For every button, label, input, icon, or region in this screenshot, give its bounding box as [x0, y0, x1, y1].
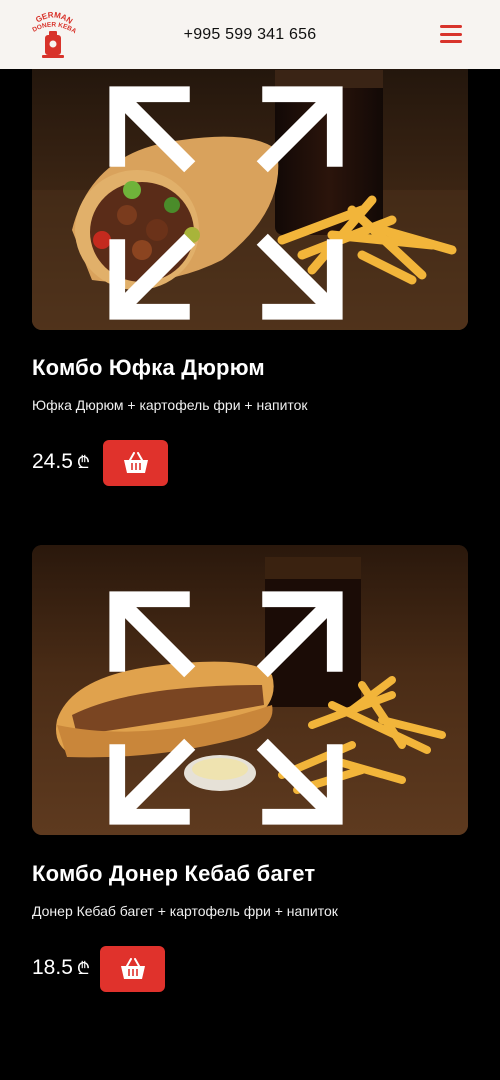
add-to-cart-button[interactable]: [103, 440, 168, 486]
currency-symbol: ₾: [76, 453, 90, 472]
currency-symbol: ₾: [76, 959, 90, 978]
basket-icon: [120, 958, 145, 979]
product-price: 24.5 ₾: [32, 450, 90, 474]
logo[interactable]: GERMAN DONER KEBAB: [28, 3, 78, 60]
product-title: Комбо Юфка Дюрюм: [32, 355, 265, 380]
product-card: Комбо Донер Кебаб багет Донер Кебаб баге…: [32, 545, 468, 1045]
price-value: 18.5: [32, 956, 73, 979]
product-title: Комбо Донер Кебаб багет: [32, 861, 316, 886]
product-description: Юфка Дюрюм + картофель фри + напиток: [32, 397, 308, 413]
product-image[interactable]: [32, 40, 468, 330]
logo-graphic: GERMAN DONER KEBAB: [28, 3, 78, 58]
product-image[interactable]: [32, 545, 468, 835]
site-header: GERMAN DONER KEBAB +995 599 341 656: [0, 0, 500, 69]
product-description: Донер Кебаб багет + картофель фри + напи…: [32, 903, 338, 919]
phone-number[interactable]: +995 599 341 656: [184, 26, 317, 44]
product-card: Комбо Юфка Дюрюм Юфка Дюрюм + картофель …: [32, 0, 468, 520]
hamburger-menu-icon[interactable]: [440, 25, 462, 43]
expand-icon[interactable]: [32, 563, 444, 835]
add-to-cart-button[interactable]: [100, 946, 165, 992]
price-value: 24.5: [32, 450, 73, 473]
expand-icon[interactable]: [32, 58, 444, 330]
basket-icon: [123, 452, 148, 473]
product-price: 18.5 ₾: [32, 956, 90, 980]
